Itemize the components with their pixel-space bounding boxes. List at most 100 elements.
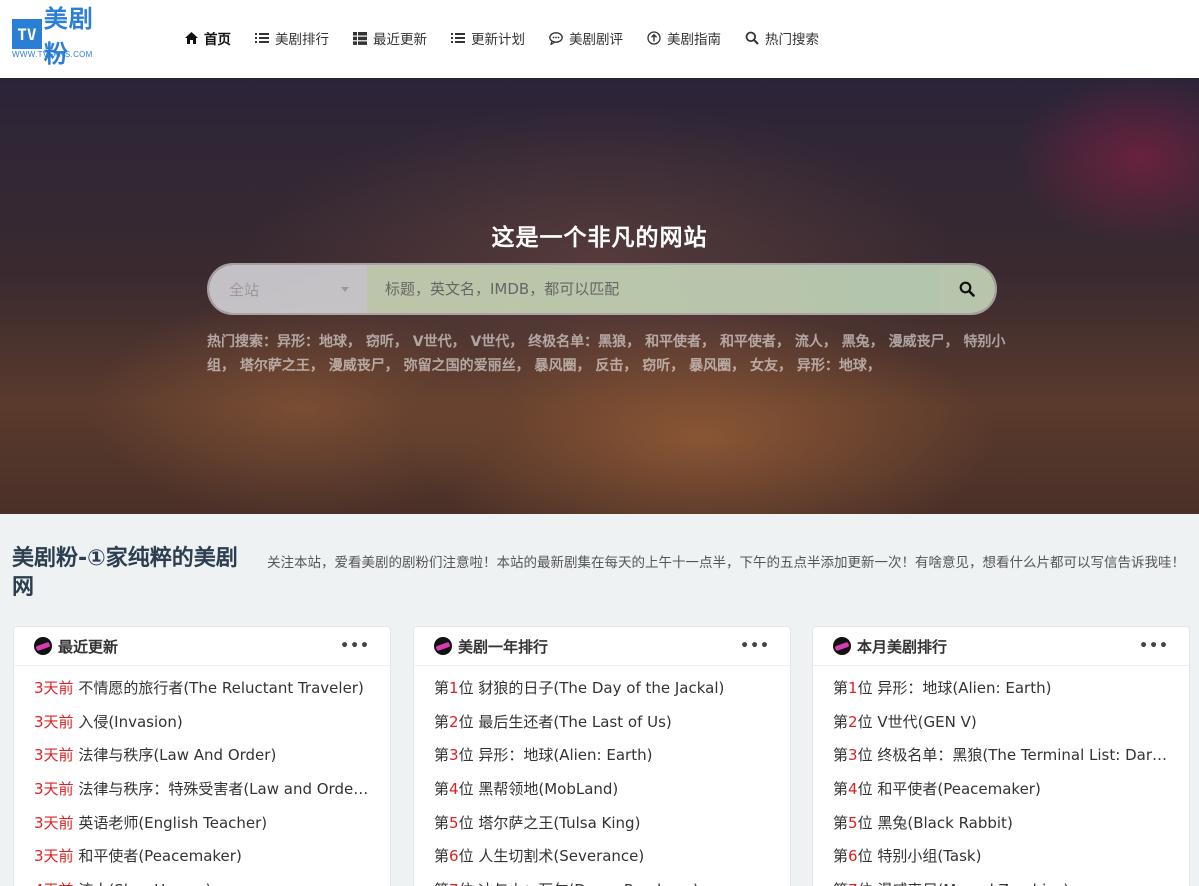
list-item[interactable]: 3天前 不情愿的旅行者(The Reluctant Traveler) — [34, 676, 370, 710]
nav-home[interactable]: 首页 — [183, 28, 231, 48]
show-title: 漫威丧尸(Marvel Zombies) — [877, 881, 1069, 886]
show-title: 不情愿的旅行者(The Reluctant Traveler) — [78, 679, 364, 697]
list-item[interactable]: 第2位 V世代(GEN V) — [833, 710, 1169, 744]
show-title: 黑兔(Black Rabbit) — [877, 813, 1013, 832]
nav-label: 美剧指南 — [667, 32, 721, 48]
list-item[interactable]: 第7位 冰与火：瓦尔(Dune: Prophecy) — [434, 878, 770, 886]
rank-prefix: 第 — [434, 847, 450, 866]
nav-hot-search[interactable]: 热门搜索 — [744, 28, 819, 48]
hot-search-link[interactable]: 漫威丧尸 — [889, 334, 945, 350]
rank-suffix: 位 — [857, 746, 873, 765]
more-button[interactable]: ••• — [740, 638, 770, 654]
rank-number: 2 — [848, 712, 858, 731]
search-input[interactable] — [367, 265, 939, 313]
separator: ， — [731, 358, 750, 374]
separator: ， — [451, 334, 471, 350]
show-title: 和平使者(Peacemaker) — [877, 780, 1041, 799]
rank-prefix: 第 — [833, 847, 849, 866]
list-item[interactable]: 第4位 和平使者(Peacemaker) — [833, 777, 1169, 811]
nav-ranking[interactable]: 美剧排行 — [254, 28, 329, 48]
rank-prefix: 第 — [833, 712, 849, 731]
list-item[interactable]: 3天前 入侵(Invasion) — [34, 710, 370, 744]
list-item[interactable]: 3天前 法律与秩序：特殊受害者(Law and Order: Special V… — [34, 777, 370, 811]
list-item[interactable]: 4天前 流人(Slow Horses) — [34, 878, 370, 886]
hot-search-link[interactable]: 塔尔萨之王 — [240, 358, 310, 374]
rank-number: 6 — [449, 847, 459, 866]
list-item[interactable]: 第3位 异形：地球(Alien: Earth) — [434, 743, 770, 777]
monthly-ranking-list: 第1位 异形：地球(Alien: Earth) 第2位 V世代(GEN V) 第3位… — [813, 666, 1189, 886]
hot-search-link[interactable]: V世代 — [413, 334, 452, 350]
separator: ， — [623, 358, 643, 374]
list-item[interactable]: 第6位 人生切割术(Severance) — [434, 844, 770, 878]
show-title: 最后生还者(The Last of Us) — [478, 712, 672, 731]
more-button[interactable]: ••• — [1139, 638, 1169, 654]
hot-search-link[interactable]: 终极名单：黑狼 — [528, 334, 626, 350]
rank-number: 7 — [449, 881, 459, 886]
hot-search-link[interactable]: 暴风圈 — [535, 358, 577, 374]
list-item[interactable]: 第5位 黑兔(Black Rabbit) — [833, 811, 1169, 845]
card-header: 最近更新 ••• — [14, 627, 390, 666]
rank-suffix: 位 — [458, 712, 474, 731]
hot-search-link[interactable]: 暴风圈 — [689, 358, 731, 374]
nav-recent[interactable]: 最近更新 — [352, 28, 427, 48]
rank-prefix: 第 — [434, 881, 449, 886]
list-item[interactable]: 第7位 漫威丧尸(Marvel Zombies) — [833, 878, 1169, 886]
search-scope-select[interactable]: 全站 — [209, 265, 367, 313]
nav-schedule[interactable]: 更新计划 — [450, 28, 525, 48]
hot-search-link[interactable]: 窃听 — [642, 358, 670, 374]
tv-badge-icon — [34, 637, 52, 655]
nav-reviews[interactable]: 美剧剧评 — [548, 28, 623, 48]
nav-label: 热门搜索 — [765, 32, 819, 48]
hot-search-link[interactable]: 反击 — [595, 358, 623, 374]
hot-search-link[interactable]: 和平使者 — [720, 334, 776, 350]
show-title: 黑帮领地(MobLand) — [478, 780, 619, 799]
list-item[interactable]: 3天前 英语老师(English Teacher) — [34, 811, 370, 845]
hot-search-link[interactable]: 窃听 — [366, 334, 394, 350]
list-item[interactable]: 第3位 终极名单：黑狼(The Terminal List: Dark Wolf… — [833, 743, 1169, 777]
separator: ， — [822, 334, 842, 350]
show-title: 和平使者(Peacemaker) — [78, 847, 242, 866]
list-item[interactable]: 3天前 和平使者(Peacemaker) — [34, 844, 370, 878]
list-item[interactable]: 第1位 异形：地球(Alien: Earth) — [833, 676, 1169, 710]
show-title: 法律与秩序(Law And Order) — [78, 746, 277, 765]
card-title: 最近更新 — [58, 637, 119, 656]
list-item[interactable]: 第1位 豺狼的日子(The Day of the Jackal) — [434, 676, 770, 710]
rank-suffix: 位 — [458, 813, 474, 832]
list-item[interactable]: 第5位 塔尔萨之王(Tulsa King) — [434, 811, 770, 845]
hot-search-link[interactable]: 异形：地球 — [797, 358, 867, 374]
site-intro-text: 关注本站，爱看美剧的剧粉们注意啦！本站的最新剧集在每天的上午十一点半，下午的五点… — [267, 555, 1185, 571]
show-title: 人生切割术(Severance) — [478, 847, 645, 866]
show-title: 异形：地球(Alien: Earth) — [877, 679, 1052, 697]
list-item[interactable]: 3天前 法律与秩序(Law And Order) — [34, 743, 370, 777]
hot-search-link[interactable]: 和平使者 — [645, 334, 701, 350]
list-item[interactable]: 第6位 特别小组(Task) — [833, 844, 1169, 878]
hot-search-link[interactable]: 异形：地球 — [277, 334, 347, 350]
nav-guide[interactable]: 美剧指南 — [646, 28, 721, 48]
rank-prefix: 第 — [434, 780, 450, 799]
rank-prefix: 第 — [833, 780, 849, 799]
time-ago: 3天前 — [34, 847, 74, 866]
home-icon — [183, 30, 199, 46]
time-ago: 3天前 — [34, 813, 74, 832]
hot-searches-label: 热门搜索： — [207, 334, 277, 350]
rank-prefix: 第 — [833, 679, 849, 697]
hot-search-link[interactable]: 弥留之国的爱丽丝 — [404, 358, 516, 374]
list-item[interactable]: 第4位 黑帮领地(MobLand) — [434, 777, 770, 811]
site-logo[interactable]: TV 美剧粉 WWW.TVFANS.COM — [12, 5, 118, 68]
hot-search-link[interactable]: 漫威丧尸 — [329, 358, 385, 374]
more-button[interactable]: ••• — [340, 638, 370, 654]
card-monthly-ranking: 本月美剧排行 ••• 第1位 异形：地球(Alien: Earth) 第2位 V世… — [812, 626, 1190, 886]
separator: ， — [347, 334, 366, 350]
show-title: 终极名单：黑狼(The Terminal List: Dark Wolf) — [877, 746, 1169, 765]
rank-prefix: 第 — [833, 881, 848, 886]
list-item[interactable]: 第2位 最后生还者(The Last of Us) — [434, 710, 770, 744]
hot-search-link[interactable]: 女友 — [750, 358, 778, 374]
search-button[interactable] — [939, 265, 995, 313]
tv-logo-icon: TV — [12, 19, 42, 49]
hero-title: 这是一个非凡的网站 — [491, 225, 708, 251]
rank-suffix: 位 — [857, 847, 873, 866]
hot-search-link[interactable]: V世代 — [470, 334, 509, 350]
hot-search-link[interactable]: 黑兔 — [842, 334, 870, 350]
rank-number: 5 — [449, 813, 459, 832]
hot-search-link[interactable]: 流人 — [795, 334, 823, 350]
